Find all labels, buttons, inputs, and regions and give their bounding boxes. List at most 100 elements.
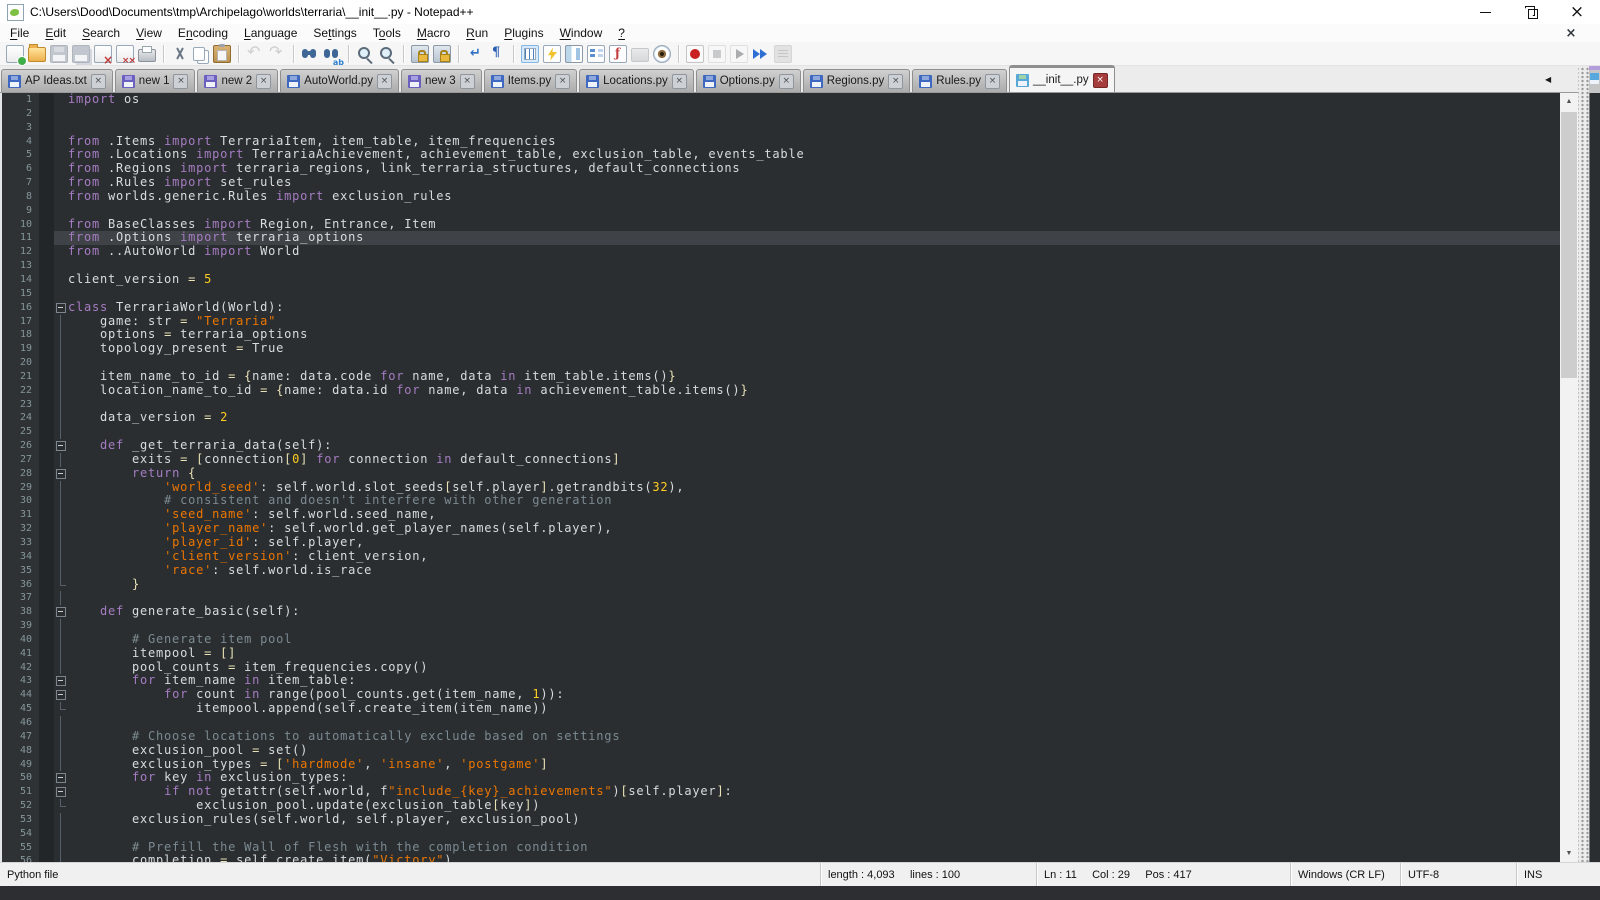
bookmark-margin[interactable] [39,273,54,287]
bookmark-margin[interactable] [39,342,54,356]
vertical-scrollbar[interactable] [1560,93,1578,862]
menu-item-run[interactable]: Run [458,25,496,41]
fold-collapse-icon[interactable] [54,301,68,315]
code-text[interactable] [68,259,1560,273]
code-text[interactable]: 'seed_name': self.world.seed_name, [68,508,1560,522]
bookmark-margin[interactable] [39,162,54,176]
code-text[interactable] [68,716,1560,730]
find-icon[interactable] [301,45,319,63]
close-icon[interactable] [94,45,112,63]
bookmark-margin[interactable] [39,578,54,592]
bookmark-margin[interactable] [39,356,54,370]
bookmark-margin[interactable] [39,841,54,855]
minimize-icon[interactable] [1462,0,1508,24]
tab-regions-py[interactable]: Regions.py× [803,69,911,92]
code-text[interactable]: from .Items import TerrariaItem, item_ta… [68,135,1560,149]
code-text[interactable]: # Generate item pool [68,633,1560,647]
bookmark-margin[interactable] [39,204,54,218]
tab-close-icon[interactable]: × [555,74,570,89]
scrollbar-thumb[interactable] [1561,112,1577,378]
fold-collapse-icon[interactable] [54,439,68,453]
menubar-close-icon[interactable] [1561,24,1581,41]
menu-item-language[interactable]: Language [236,25,305,41]
indent-guide-icon[interactable] [521,45,539,63]
code-text[interactable]: game: str = "Terraria" [68,315,1560,329]
code-text[interactable]: exclusion_types = ['hardmode', 'insane',… [68,758,1560,772]
redo-icon[interactable] [268,45,286,63]
code-text[interactable]: from worlds.generic.Rules import exclusi… [68,190,1560,204]
code-text[interactable] [68,425,1560,439]
code-text[interactable]: completion = self.create_item("Victory") [68,854,1560,862]
sync-horizontal-icon[interactable] [433,45,451,63]
code-text[interactable] [68,619,1560,633]
sync-vertical-icon[interactable] [411,45,429,63]
bookmark-margin[interactable] [39,93,54,107]
bookmark-margin[interactable] [39,591,54,605]
macro-save-icon[interactable] [774,45,792,63]
code-text[interactable]: 'player_name': self.world.get_player_nam… [68,522,1560,536]
code-text[interactable]: itempool = [] [68,647,1560,661]
zoom-in-icon[interactable] [356,45,374,63]
bookmark-margin[interactable] [39,674,54,688]
bookmark-margin[interactable] [39,536,54,550]
code-text[interactable] [68,398,1560,412]
bookmark-margin[interactable] [39,508,54,522]
tab-close-icon[interactable]: × [256,74,271,89]
macro-stop-icon[interactable] [708,45,726,63]
cut-icon[interactable] [171,45,189,63]
code-text[interactable]: for key in exclusion_types: [68,771,1560,785]
code-text[interactable]: class TerrariaWorld(World): [68,301,1560,315]
bookmark-margin[interactable] [39,453,54,467]
chevron-down-icon[interactable] [1560,845,1578,862]
code-text[interactable]: from BaseClasses import Region, Entrance… [68,218,1560,232]
code-text[interactable]: 'player_id': self.player, [68,536,1560,550]
bookmark-margin[interactable] [39,481,54,495]
bookmark-margin[interactable] [39,135,54,149]
tab-close-icon[interactable]: × [985,74,1000,89]
tab-close-icon[interactable]: × [173,74,188,89]
replace-icon[interactable] [323,45,341,63]
bookmark-margin[interactable] [39,785,54,799]
bookmark-margin[interactable] [39,744,54,758]
tab-close-icon[interactable]: × [888,74,903,89]
tab-new-3[interactable]: new 3× [401,69,482,92]
view-splitter[interactable] [1578,66,1589,886]
bookmark-margin[interactable] [39,661,54,675]
bookmark-margin[interactable] [39,550,54,564]
bookmark-margin[interactable] [39,259,54,273]
bookmark-margin[interactable] [39,771,54,785]
code-text[interactable]: topology_present = True [68,342,1560,356]
bookmark-margin[interactable] [39,605,54,619]
bookmark-margin[interactable] [39,799,54,813]
code-text[interactable] [68,827,1560,841]
undo-icon[interactable] [246,45,264,63]
code-text[interactable]: for item_name in item_table: [68,674,1560,688]
bookmark-margin[interactable] [39,827,54,841]
code-text[interactable]: exclusion_pool = set() [68,744,1560,758]
bookmark-margin[interactable] [39,730,54,744]
code-text[interactable] [68,204,1560,218]
bookmark-margin[interactable] [39,813,54,827]
save-icon[interactable] [50,45,68,63]
macro-play-icon[interactable] [730,45,748,63]
bookmark-margin[interactable] [39,176,54,190]
menu-item-tools[interactable]: Tools [365,25,409,41]
code-text[interactable]: from .Options import terraria_options [68,231,1560,245]
tab-close-icon[interactable]: × [377,74,392,89]
bookmark-margin[interactable] [39,107,54,121]
bookmark-margin[interactable] [39,315,54,329]
code-text[interactable]: itempool.append(self.create_item(item_na… [68,702,1560,716]
code-text[interactable]: if not getattr(self.world, f"include_{ke… [68,785,1560,799]
menu-item-edit[interactable]: Edit [37,25,74,41]
bookmark-margin[interactable] [39,121,54,135]
code-text[interactable]: options = terraria_options [68,328,1560,342]
code-text[interactable]: item_name_to_id = {name: data.code for n… [68,370,1560,384]
bookmark-margin[interactable] [39,688,54,702]
tab-close-icon[interactable]: × [672,74,687,89]
menu-item-plugins[interactable]: Plugins [496,25,551,41]
code-text[interactable]: def generate_basic(self): [68,605,1560,619]
code-text[interactable]: data_version = 2 [68,411,1560,425]
code-text[interactable]: 'race': self.world.is_race [68,564,1560,578]
folder-workspace-icon[interactable] [631,48,649,62]
code-text[interactable] [68,107,1560,121]
